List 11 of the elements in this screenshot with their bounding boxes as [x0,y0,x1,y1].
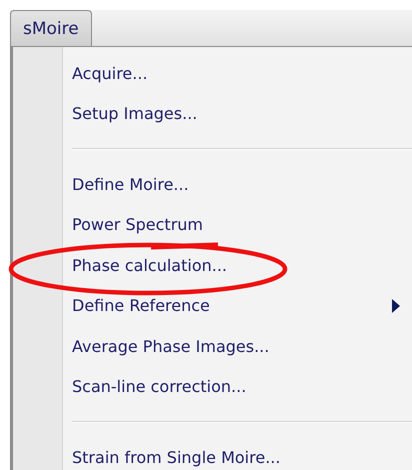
submenu-arrow-icon [391,298,400,313]
menu-item[interactable]: Scan-line correction... [13,366,412,407]
menu-item[interactable]: Power Spectrum [13,204,412,245]
menu-item[interactable]: Strain from Single Moire... [13,437,412,470]
menu-item[interactable]: Setup Images... [13,94,412,134]
menu-tab[interactable]: sMoire [10,10,92,46]
menu-item[interactable]: Phase calculation... [13,245,412,286]
menu-item[interactable]: Average Phase Images... [13,326,412,366]
menu-item[interactable]: Define Moire... [13,164,412,204]
menu-item[interactable]: Acquire... [13,53,412,94]
menu-item[interactable]: Define Reference [13,286,412,326]
